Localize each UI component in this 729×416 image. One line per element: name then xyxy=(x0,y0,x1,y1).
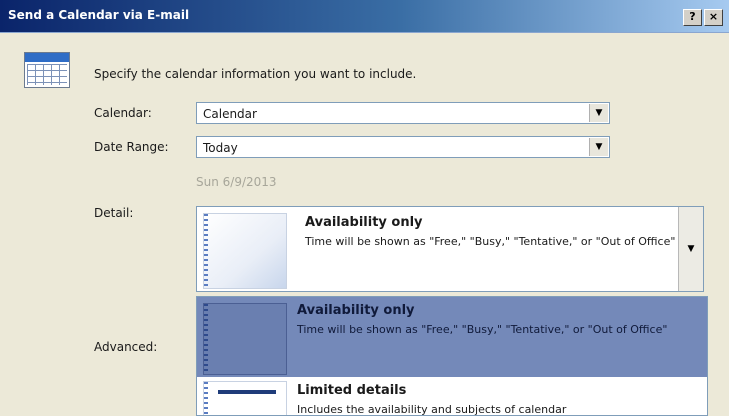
help-button[interactable]: ? xyxy=(683,9,702,26)
chevron-down-icon[interactable]: ▼ xyxy=(589,104,608,122)
option-title: Limited details xyxy=(297,383,407,398)
dropdown-option-availability-only[interactable]: Availability only Time will be shown as … xyxy=(197,297,707,377)
dropdown-option-limited-details[interactable]: Limited details Includes the availabilit… xyxy=(197,377,707,416)
calendar-select[interactable]: Calendar ▼ xyxy=(196,102,610,124)
option-preview-image xyxy=(203,381,287,415)
advanced-label: Advanced: xyxy=(94,340,158,354)
detail-selected-title: Availability only xyxy=(305,215,423,230)
calendar-select-value: Calendar xyxy=(203,107,257,121)
date-range-label: Date Range: xyxy=(94,140,169,154)
chevron-down-icon[interactable]: ▼ xyxy=(589,138,608,156)
date-range-select[interactable]: Today ▼ xyxy=(196,136,610,158)
window-title: Send a Calendar via E-mail xyxy=(8,8,190,22)
intro-text: Specify the calendar information you wan… xyxy=(94,67,417,81)
date-range-select-value: Today xyxy=(203,141,238,155)
detail-select[interactable]: Availability only Time will be shown as … xyxy=(196,206,704,292)
option-description: Includes the availability and subjects o… xyxy=(297,403,567,416)
option-preview-image xyxy=(203,303,287,375)
option-title: Availability only xyxy=(297,303,415,318)
detail-selected-description: Time will be shown as "Free," "Busy," "T… xyxy=(305,235,676,248)
detail-label: Detail: xyxy=(94,206,134,220)
detail-preview-image xyxy=(203,213,287,289)
date-hint: Sun 6/9/2013 xyxy=(196,175,277,189)
detail-dropdown-list: Availability only Time will be shown as … xyxy=(196,296,708,416)
close-button[interactable]: × xyxy=(704,9,723,26)
title-bar: Send a Calendar via E-mail ? × xyxy=(0,0,729,33)
option-description: Time will be shown as "Free," "Busy," "T… xyxy=(297,323,668,336)
calendar-icon xyxy=(24,52,70,88)
calendar-label: Calendar: xyxy=(94,106,152,120)
chevron-down-icon[interactable]: ▼ xyxy=(678,207,703,291)
